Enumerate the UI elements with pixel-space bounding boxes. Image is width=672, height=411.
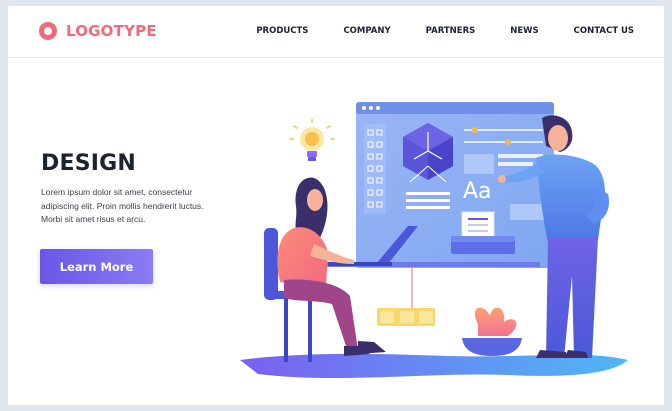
power-socket-icon xyxy=(377,308,435,326)
type-specimen: Aa xyxy=(463,179,492,204)
landing-page: LOGOTYPE PRODUCTS COMPANY PARTNERS NEWS … xyxy=(8,6,664,405)
plant-icon xyxy=(462,307,522,356)
lightbulb-icon xyxy=(289,118,335,161)
design-illustration: Aa xyxy=(240,102,628,379)
